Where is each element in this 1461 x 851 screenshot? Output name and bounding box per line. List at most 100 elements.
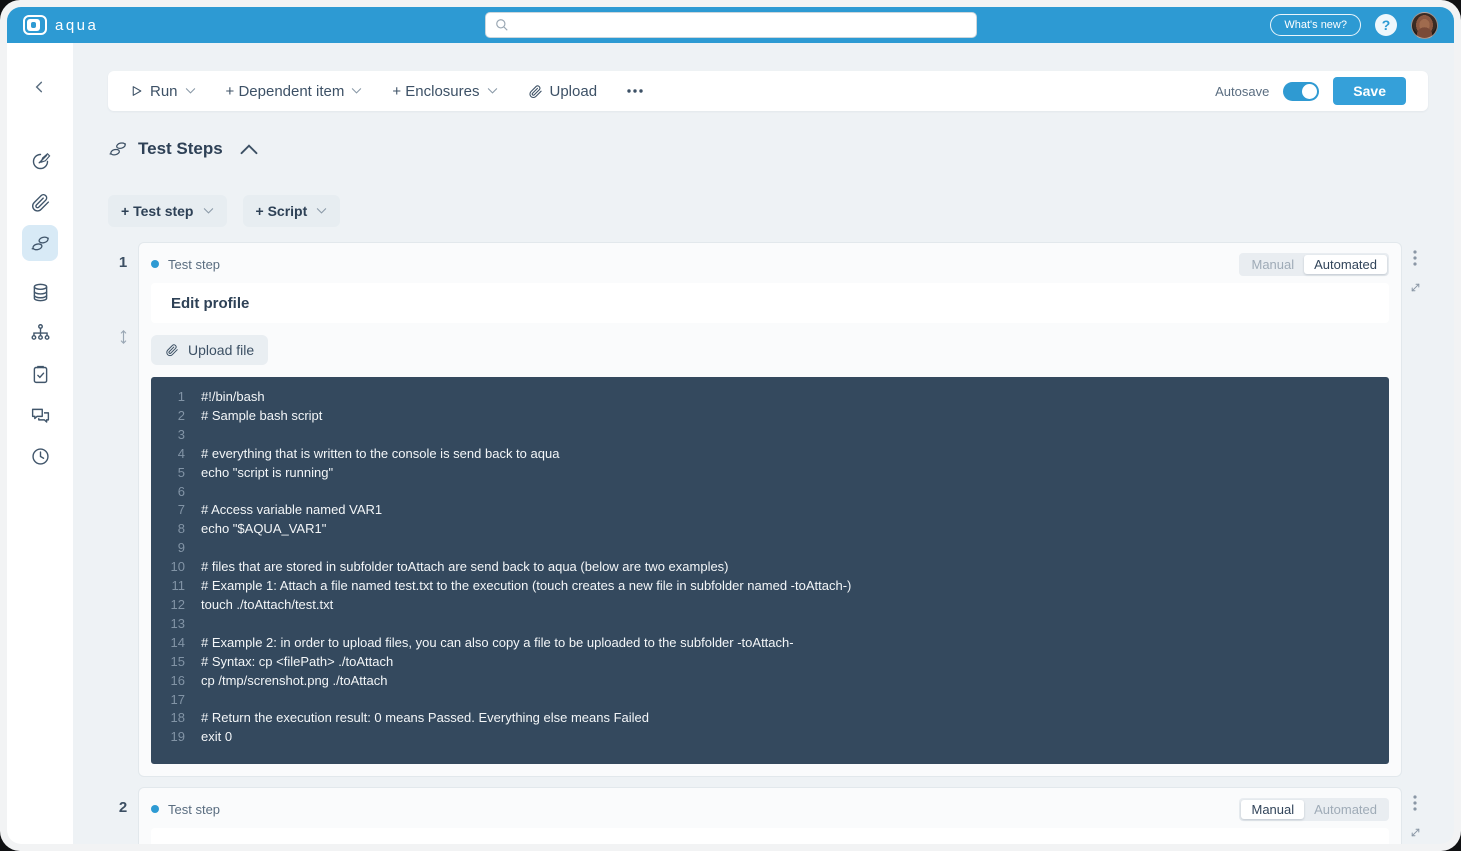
upload-file-button[interactable]: Upload file bbox=[151, 335, 268, 365]
upload-file-label: Upload file bbox=[188, 342, 254, 358]
step-status-dot bbox=[151, 805, 159, 813]
save-button[interactable]: Save bbox=[1333, 77, 1406, 105]
global-search[interactable] bbox=[485, 12, 977, 38]
add-buttons-row: + Test step + Script bbox=[108, 195, 1428, 227]
paperclip-icon bbox=[528, 84, 543, 99]
content-area: Run + Dependent item + Enclosures bbox=[73, 43, 1454, 844]
code-line: 5echo "script is running" bbox=[157, 464, 1373, 483]
code-line: 1#!/bin/bash bbox=[157, 388, 1373, 407]
code-line: 9 bbox=[157, 539, 1373, 558]
step-status-dot bbox=[151, 260, 159, 268]
sidebar-item-data[interactable] bbox=[22, 274, 58, 310]
aqua-logo-icon bbox=[23, 15, 47, 35]
test-steps-section-header: Test Steps bbox=[108, 139, 1428, 159]
code-line: 16cp /tmp/screnshot.png ./toAttach bbox=[157, 672, 1373, 691]
chevron-up-icon[interactable] bbox=[239, 139, 259, 159]
chevron-left-icon bbox=[32, 79, 48, 95]
org-chart-icon bbox=[30, 323, 51, 344]
code-line: 12touch ./toAttach/test.txt bbox=[157, 596, 1373, 615]
autosave-label: Autosave bbox=[1215, 84, 1269, 99]
step-type-label: Test step bbox=[168, 802, 220, 817]
play-icon bbox=[130, 84, 143, 98]
toolbar: Run + Dependent item + Enclosures bbox=[108, 71, 1428, 111]
search-input[interactable] bbox=[516, 18, 967, 33]
kebab-menu-icon[interactable] bbox=[1413, 795, 1417, 811]
paperclip-icon bbox=[30, 192, 51, 213]
help-icon[interactable]: ? bbox=[1375, 14, 1397, 36]
ellipsis-icon bbox=[627, 89, 643, 93]
upload-label: Upload bbox=[550, 83, 598, 100]
mode-automated[interactable]: Automated bbox=[1304, 800, 1387, 819]
whats-new-button[interactable]: What's new? bbox=[1270, 14, 1361, 36]
code-line: 18# Return the execution result: 0 means… bbox=[157, 709, 1373, 728]
clock-icon bbox=[30, 446, 51, 467]
sidebar-item-test-steps[interactable] bbox=[22, 225, 58, 261]
code-line: 15# Syntax: cp <filePath> ./toAttach bbox=[157, 653, 1373, 672]
code-line: 14# Example 2: in order to upload files,… bbox=[157, 634, 1373, 653]
mode-automated[interactable]: Automated bbox=[1304, 255, 1387, 274]
code-line: 8echo "$AQUA_VAR1" bbox=[157, 520, 1373, 539]
code-line: 13 bbox=[157, 615, 1373, 634]
topbar: aqua What's new? ? bbox=[7, 7, 1454, 43]
sidebar-item-comments[interactable] bbox=[22, 397, 58, 433]
code-line: 6 bbox=[157, 483, 1373, 502]
code-line: 10# files that are stored in subfolder t… bbox=[157, 558, 1373, 577]
expand-icon[interactable] bbox=[1410, 827, 1421, 838]
mode-manual[interactable]: Manual bbox=[1241, 255, 1304, 274]
add-script-label: + Script bbox=[256, 203, 308, 219]
code-line: 19exit 0 bbox=[157, 728, 1373, 747]
chevron-down-icon bbox=[351, 87, 362, 95]
step-title-field[interactable] bbox=[151, 828, 1389, 844]
enclosures-button[interactable]: + Enclosures bbox=[392, 83, 497, 100]
dependent-item-button[interactable]: + Dependent item bbox=[226, 83, 363, 100]
footsteps-icon bbox=[30, 233, 51, 254]
sidebar-item-hierarchy[interactable] bbox=[22, 315, 58, 351]
kebab-menu-icon[interactable] bbox=[1413, 250, 1417, 266]
aqua-logo[interactable]: aqua bbox=[23, 15, 98, 35]
footsteps-icon bbox=[108, 139, 128, 159]
autosave-toggle[interactable] bbox=[1283, 82, 1319, 101]
collapse-sidebar-button[interactable] bbox=[22, 69, 58, 105]
sidebar-item-edit[interactable] bbox=[22, 143, 58, 179]
chevron-down-icon bbox=[487, 87, 498, 95]
add-test-step-button[interactable]: + Test step bbox=[108, 195, 227, 227]
more-actions-button[interactable] bbox=[627, 89, 643, 93]
dependent-item-label: + Dependent item bbox=[226, 83, 345, 100]
page-title: Test Steps bbox=[138, 139, 223, 159]
expand-icon[interactable] bbox=[1410, 282, 1421, 293]
step-title-field[interactable]: Edit profile bbox=[151, 283, 1389, 323]
drag-handle-icon[interactable] bbox=[119, 329, 128, 345]
database-icon bbox=[30, 282, 51, 303]
sidebar bbox=[7, 43, 73, 844]
run-label: Run bbox=[150, 83, 178, 100]
mode-manual[interactable]: Manual bbox=[1241, 800, 1304, 819]
sidebar-item-tasks[interactable] bbox=[22, 356, 58, 392]
paperclip-icon bbox=[165, 343, 179, 357]
code-line: 17 bbox=[157, 691, 1373, 710]
step-type-label: Test step bbox=[168, 257, 220, 272]
script-editor[interactable]: 1#!/bin/bash2# Sample bash script34# eve… bbox=[151, 377, 1389, 764]
upload-button[interactable]: Upload bbox=[528, 83, 598, 100]
code-line: 11# Example 1: Attach a file named test.… bbox=[157, 577, 1373, 596]
edit-icon bbox=[30, 151, 51, 172]
run-button[interactable]: Run bbox=[130, 83, 196, 100]
add-script-button[interactable]: + Script bbox=[243, 195, 341, 227]
code-line: 4# everything that is written to the con… bbox=[157, 445, 1373, 464]
chevron-down-icon bbox=[203, 207, 214, 215]
add-test-step-label: + Test step bbox=[121, 203, 194, 219]
user-avatar[interactable] bbox=[1411, 12, 1438, 39]
step-card: Test step Manual Automated Edit profile … bbox=[138, 242, 1402, 777]
aqua-logo-text: aqua bbox=[55, 17, 98, 34]
step-number: 2 bbox=[119, 799, 127, 816]
code-line: 7# Access variable named VAR1 bbox=[157, 501, 1373, 520]
test-step-2: 2 Test step Manual Automated bbox=[108, 787, 1428, 844]
code-line: 2# Sample bash script bbox=[157, 407, 1373, 426]
sidebar-item-history[interactable] bbox=[22, 438, 58, 474]
mode-switch: Manual Automated bbox=[1239, 253, 1389, 276]
code-line: 3 bbox=[157, 426, 1373, 445]
chevron-down-icon bbox=[316, 207, 327, 215]
app-window: aqua What's new? ? bbox=[0, 0, 1461, 851]
clipboard-check-icon bbox=[30, 364, 51, 385]
sidebar-item-attachments[interactable] bbox=[22, 184, 58, 220]
code-lines: 1#!/bin/bash2# Sample bash script34# eve… bbox=[157, 388, 1373, 747]
